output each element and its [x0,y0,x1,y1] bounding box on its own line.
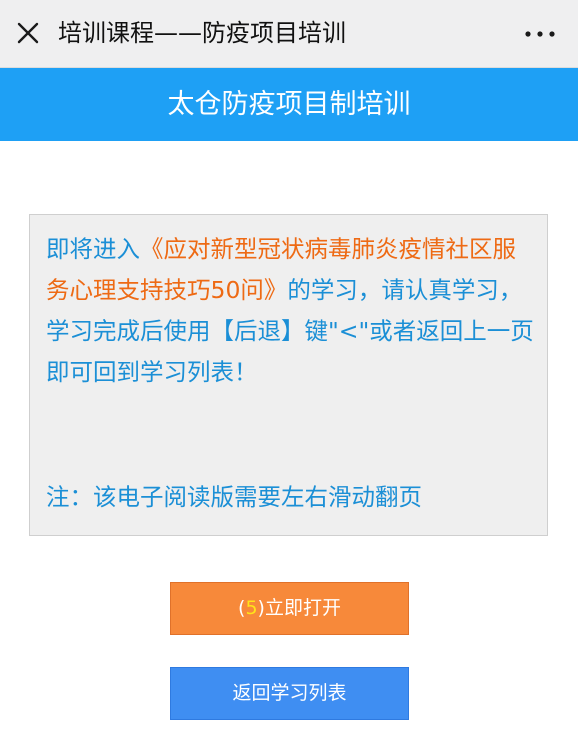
close-button[interactable] [14,19,42,47]
countdown-number: 5 [245,597,258,619]
header-banner: 太仓防疫项目制培训 [0,68,578,141]
window-title: 培训课程——防疫项目培训 [58,19,346,47]
notice-box: 即将进入《应对新型冠状病毒肺炎疫情社区服务心理支持技巧50问》的学习，请认真学习… [29,214,548,536]
banner-title: 太仓防疫项目制培训 [167,89,411,120]
close-icon [17,22,39,44]
open-now-label: 立即打开 [264,597,341,619]
back-to-list-label: 返回学习列表 [232,682,347,704]
notice-prefix: 即将进入 [46,235,140,263]
more-dots-icon [525,31,555,37]
countdown-close-paren: ) [257,597,265,619]
back-to-list-button[interactable]: 返回学习列表 [170,667,409,720]
more-button[interactable] [520,20,560,48]
open-now-button[interactable]: (5)立即打开 [170,582,409,635]
notice-note: 注：该电子阅读版需要左右滑动翻页 [46,483,422,511]
title-bar: 培训课程——防疫项目培训 [0,0,578,68]
notice-message: 即将进入《应对新型冠状病毒肺炎疫情社区服务心理支持技巧50问》的学习，请认真学习… [46,229,536,393]
